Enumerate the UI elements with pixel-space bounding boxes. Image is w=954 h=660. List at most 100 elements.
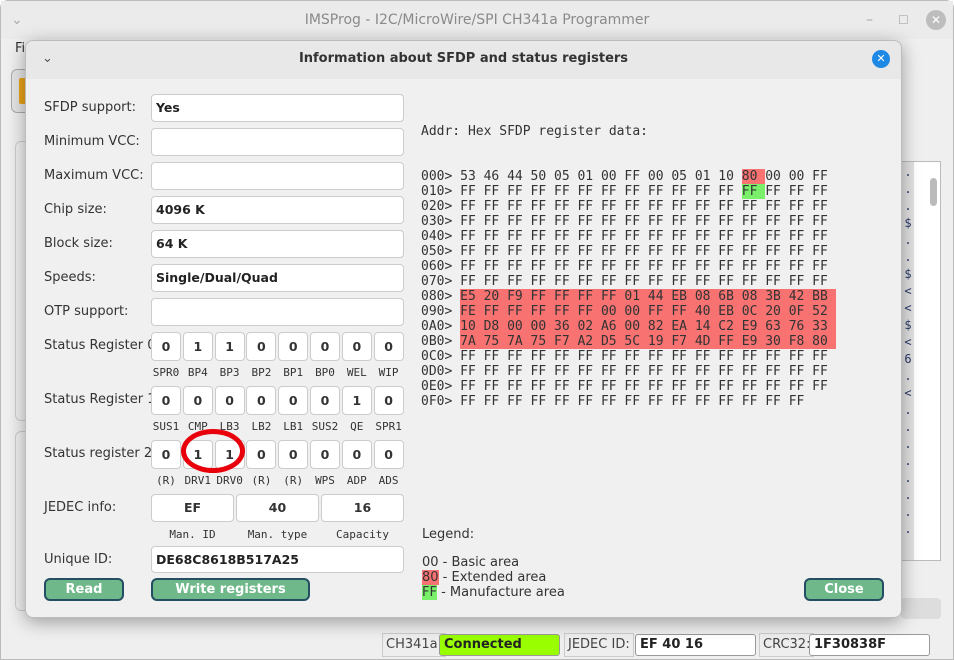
field-value[interactable]: Yes xyxy=(151,94,404,122)
hex-byte: FF xyxy=(647,184,664,199)
write-registers-button[interactable]: Write registers xyxy=(151,578,310,601)
hex-byte: FF xyxy=(694,379,711,394)
field-value[interactable] xyxy=(151,298,404,326)
status-bit[interactable]: 0 xyxy=(151,386,181,415)
status-register-label: Status Register 1 xyxy=(44,392,156,407)
status-bit[interactable]: 0 xyxy=(278,440,309,469)
hex-byte: 46 xyxy=(483,169,500,184)
status-bit[interactable]: 0 xyxy=(373,440,404,469)
hex-byte: FF xyxy=(741,364,758,379)
status-bit[interactable]: 0 xyxy=(278,332,309,361)
hex-byte: 36 xyxy=(554,319,578,334)
progress-bar xyxy=(901,598,941,619)
hex-byte: D5 xyxy=(600,334,625,349)
red-circle-annotation xyxy=(181,429,245,473)
hex-byte: FF xyxy=(577,259,594,274)
status-bit[interactable]: 0 xyxy=(310,386,340,415)
hex-byte: FF xyxy=(694,349,711,364)
hex-byte: FF xyxy=(765,184,781,199)
field-value[interactable] xyxy=(151,128,404,156)
dialog-menu-icon[interactable]: ⌄ xyxy=(42,41,53,77)
ascii-char: . xyxy=(904,471,912,485)
status-bit[interactable]: 1 xyxy=(341,386,372,415)
status-bit[interactable]: 0 xyxy=(151,332,181,361)
hex-byte: FF xyxy=(577,214,594,229)
hex-byte: FF xyxy=(554,349,570,364)
hex-byte: 6B xyxy=(718,289,742,304)
status-bit-name: WPS xyxy=(315,474,335,487)
hex-byte: BB xyxy=(812,289,836,304)
legend-manufacture: FF - Manufacture area xyxy=(422,585,565,600)
hex-byte: FF xyxy=(483,229,500,244)
scrollbar[interactable] xyxy=(930,178,937,206)
hex-byte: A2 xyxy=(577,334,601,349)
hex-byte: FF xyxy=(483,244,500,259)
hex-byte: FF xyxy=(483,199,500,214)
status-bit[interactable]: 0 xyxy=(246,386,277,415)
status-bit[interactable]: 0 xyxy=(373,332,404,361)
hex-byte: 63 xyxy=(765,319,789,334)
hex-byte: FF xyxy=(577,364,594,379)
status-bit-name: DRV0 xyxy=(216,474,243,487)
field-value[interactable]: 4096 K xyxy=(151,196,404,224)
hex-byte: FF xyxy=(671,199,688,214)
hex-byte: 44 xyxy=(507,169,523,184)
status-bit[interactable]: 0 xyxy=(310,440,340,469)
hex-byte: FF xyxy=(530,364,547,379)
ascii-char: . xyxy=(904,199,912,213)
hex-byte: FF xyxy=(483,379,500,394)
window-menu-icon[interactable]: ⌄ xyxy=(11,1,23,39)
field-value[interactable]: 64 K xyxy=(151,230,404,258)
ascii-char: < xyxy=(904,301,912,315)
field-label: Block size: xyxy=(44,236,113,251)
dialog-close-icon[interactable]: ✕ xyxy=(872,50,890,68)
hex-byte: FF xyxy=(530,274,547,289)
hex-byte: FF xyxy=(741,199,758,214)
status-bit[interactable]: 0 xyxy=(310,332,340,361)
field-label: OTP support: xyxy=(44,304,129,319)
status-bit[interactable]: 1 xyxy=(214,332,245,361)
maximize-icon[interactable]: ☐ xyxy=(898,1,909,39)
hex-byte: FF xyxy=(460,259,476,274)
hex-byte: FF xyxy=(718,334,742,349)
dialog-title: Information about SFDP and status regist… xyxy=(298,51,629,66)
hex-byte: FF xyxy=(624,244,641,259)
field-value[interactable] xyxy=(151,162,404,190)
hex-byte: 10 xyxy=(460,319,484,334)
hex-byte: FF xyxy=(600,214,617,229)
hex-row-addr: 0B0> xyxy=(421,334,453,349)
hex-byte: FF xyxy=(460,229,476,244)
hex-byte: FF xyxy=(483,259,500,274)
hex-editor-panel[interactable]: ... $.. $ < < $ <6. <........ xyxy=(901,161,941,561)
read-button[interactable]: Read xyxy=(44,578,124,601)
status-bit[interactable]: 0 xyxy=(182,386,213,415)
hex-byte: FF xyxy=(788,184,805,199)
hex-byte: FF xyxy=(577,289,601,304)
hex-byte: 00 xyxy=(647,169,664,184)
hex-byte: E5 xyxy=(460,289,484,304)
close-button[interactable]: Close xyxy=(804,578,884,601)
close-window-icon[interactable]: ✕ xyxy=(926,10,946,30)
hex-byte: FF xyxy=(530,349,547,364)
menu-file[interactable]: Fi xyxy=(15,41,25,56)
field-value[interactable]: Single/Dual/Quad xyxy=(151,264,404,292)
status-bit[interactable]: 0 xyxy=(373,386,404,415)
status-bit-name: (R) xyxy=(251,474,272,487)
hex-byte: 00 xyxy=(507,319,531,334)
status-bit[interactable]: 0 xyxy=(246,332,277,361)
unique-id-field[interactable]: DE68C8618B517A25 xyxy=(151,546,404,573)
status-bit-name: LB2 xyxy=(251,420,272,433)
status-bit[interactable]: 0 xyxy=(151,440,181,469)
hex-byte: EA xyxy=(671,319,695,334)
minimize-icon[interactable]: – xyxy=(866,1,873,39)
status-bit[interactable]: 1 xyxy=(182,332,213,361)
hex-row: 010> FF FF FF FF FF FF FF FF FF FF FF FF FF FF FF FF xyxy=(421,184,836,199)
status-bit[interactable]: 0 xyxy=(214,386,245,415)
status-bit[interactable]: 0 xyxy=(278,386,309,415)
hex-byte: FF xyxy=(554,304,578,319)
status-bit[interactable]: 0 xyxy=(246,440,277,469)
status-bit[interactable]: 0 xyxy=(341,332,372,361)
status-bit[interactable]: 0 xyxy=(341,440,372,469)
hex-byte: FF xyxy=(788,244,805,259)
dialog-title-bar: ⌄ Information about SFDP and status regi… xyxy=(26,41,901,79)
